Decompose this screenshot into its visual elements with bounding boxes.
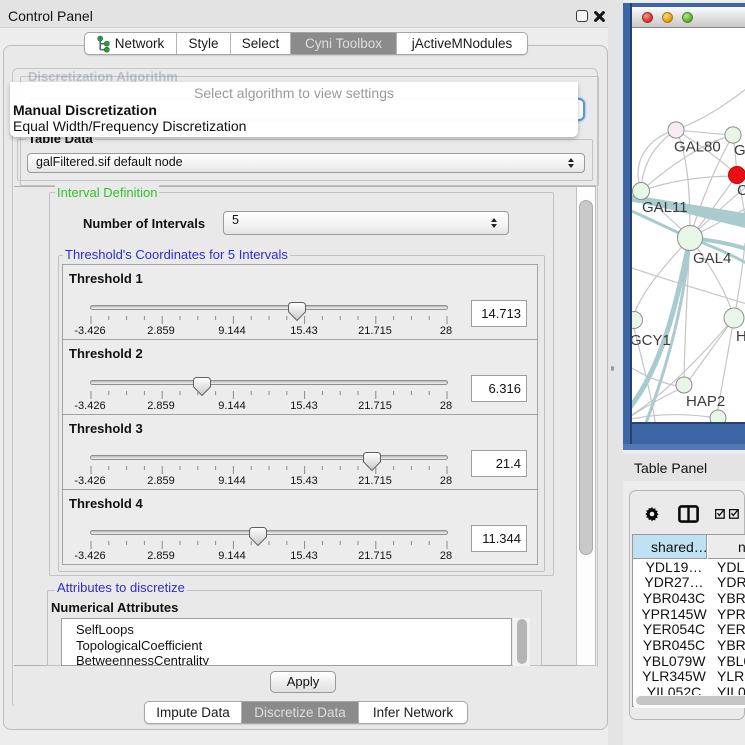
svg-text:GAL4: GAL4 (693, 250, 731, 267)
svg-text:CR: CR (737, 182, 745, 199)
svg-text:GCY1: GCY1 (632, 332, 671, 349)
svg-text:GAL80: GAL80 (674, 139, 721, 156)
svg-text:GAL11: GAL11 (642, 199, 688, 216)
svg-text:GAL: GAL (734, 142, 745, 159)
svg-text:HAP2: HAP2 (686, 393, 725, 410)
svg-text:H: H (736, 328, 745, 345)
